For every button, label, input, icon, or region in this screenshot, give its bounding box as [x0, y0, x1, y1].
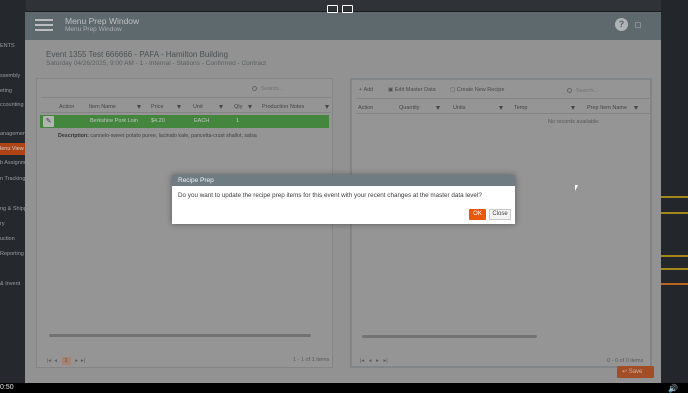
recipe-prep-dialog: Recipe Prep Do you want to update the re… — [172, 175, 515, 224]
dialog-title: Recipe Prep — [172, 175, 515, 186]
player-top-controls — [327, 0, 361, 13]
ok-button[interactable]: OK — [469, 209, 486, 220]
play-window-icon[interactable] — [342, 5, 353, 13]
close-button[interactable]: Close — [489, 209, 511, 220]
video-player-bar — [0, 383, 688, 393]
dialog-message: Do you want to update the recipe prep it… — [178, 192, 482, 199]
picture-in-picture-icon[interactable] — [327, 5, 338, 13]
video-time: 0:50 — [0, 384, 14, 391]
screen: ENTS ssembly eting ccounting anagement lenu V… — [0, 0, 688, 393]
mouse-cursor-icon — [575, 185, 578, 191]
volume-icon[interactable]: 🔊 — [668, 384, 678, 393]
